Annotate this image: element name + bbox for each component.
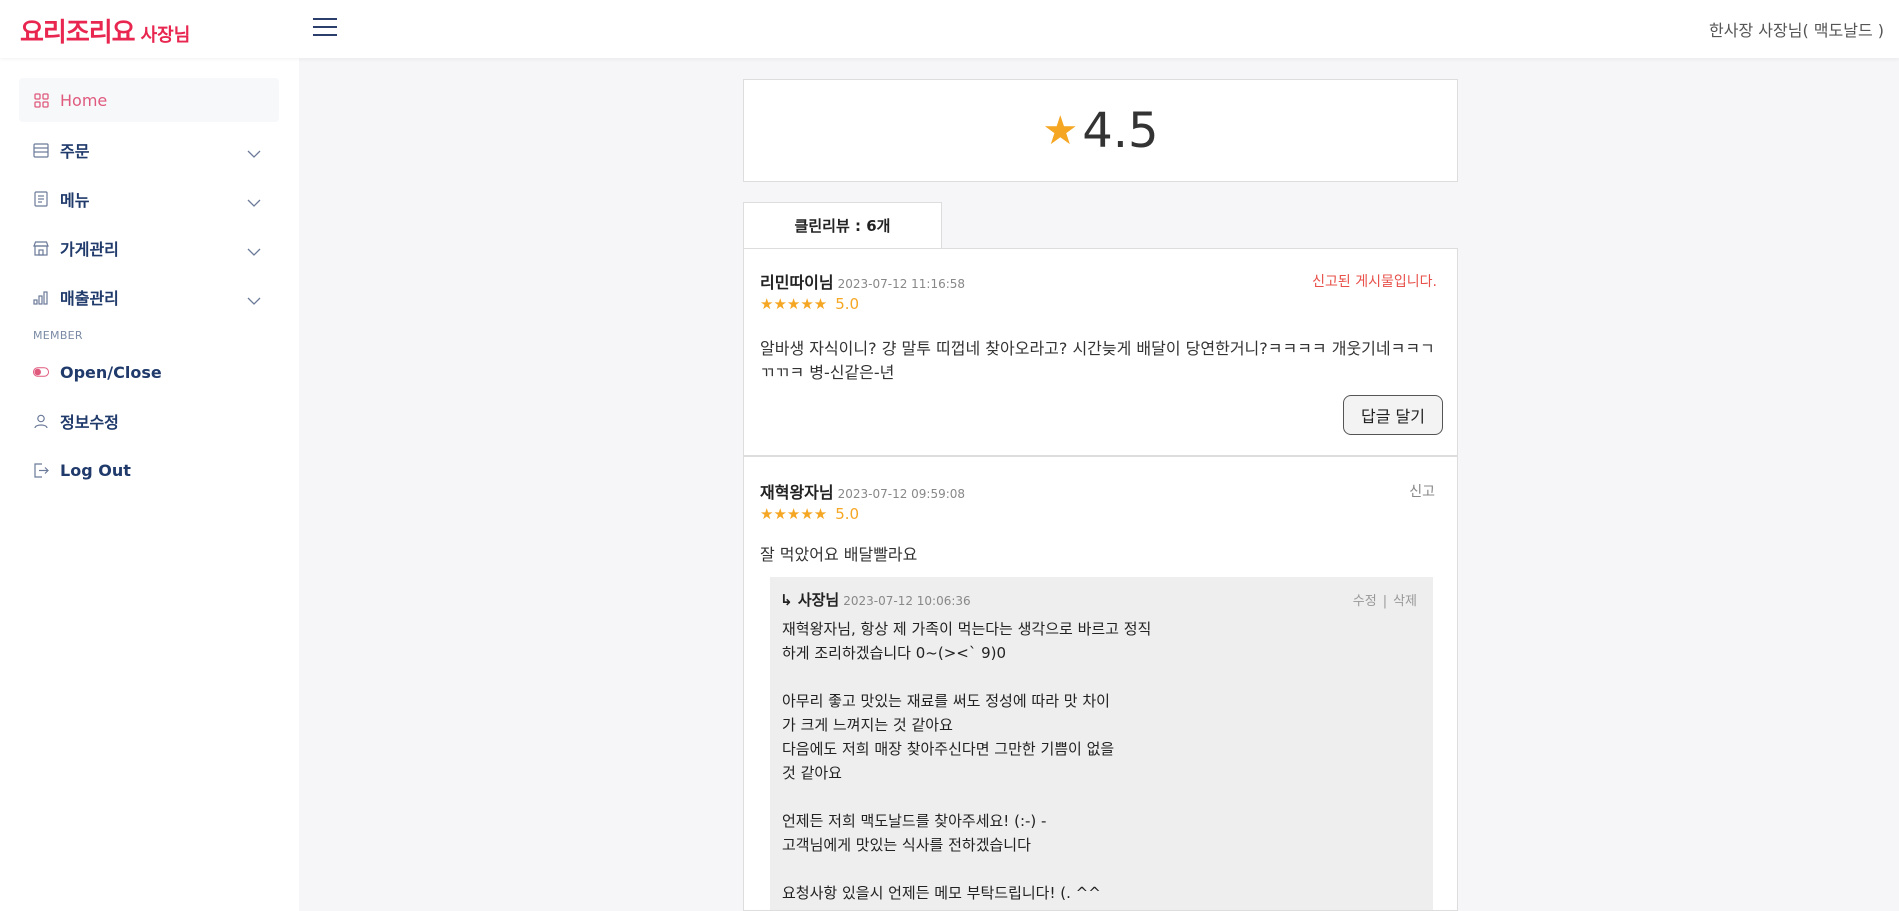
average-rating-card: ★ 4.5 [743,79,1458,182]
reply-button[interactable]: 답글 달기 [1343,395,1443,435]
rating-score: 5.0 [835,295,860,313]
owner-reply-text: 재혁왕자님, 항상 제 가족이 먹는다는 생각으로 바르고 정직 하게 조리하겠… [782,620,1152,902]
tab-clean-reviews[interactable]: 클린리뷰 : 6개 [743,202,942,248]
sidebar-item-open-close[interactable]: Open/Close [19,350,279,394]
review-item: 리민따이님 2023-07-12 11:16:58 신고된 게시물입니다. ★★★… [744,249,1457,457]
reply-date: 2023-07-12 10:06:36 [843,594,971,608]
sidebar-item-label: 정보수정 [60,413,119,432]
rating-stars: ★★★★★ [760,295,828,313]
owner-name: 사장님 [797,591,840,609]
owner-reply: ↳ 사장님 2023-07-12 10:06:36 수정 | 삭제 재혁왕자님, 항상… [770,577,1433,910]
sidebar-item-label: 가게관리 [60,240,119,259]
reviewer-line: 재혁왕자님 2023-07-12 09:59:08 [760,479,965,503]
rating-score: 5.0 [835,505,860,523]
bar-chart-icon [33,289,49,305]
chevron-down-icon [247,143,261,162]
sidebar-item-logout[interactable]: Log Out [19,448,279,492]
review-item: 재혁왕자님 2023-07-12 09:59:08 신고 ★★★★★ 5.0 잘 먹… [744,457,1457,910]
review-date: 2023-07-12 09:59:08 [837,487,966,501]
user-icon [33,413,49,429]
review-list: 리민따이님 2023-07-12 11:16:58 신고된 게시물입니다. ★★★… [743,248,1458,911]
list-icon [33,142,49,158]
review-rating: ★★★★★ 5.0 [760,295,859,313]
toggle-icon [33,364,49,380]
reply-actions: 수정 | 삭제 [1353,590,1417,609]
grid-icon [33,92,49,108]
sidebar-item-store[interactable]: 가게관리 [19,226,279,270]
action-divider: | [1382,594,1388,609]
sidebar: Home 주문 메뉴 가게관리 매출관리 MEMBER Open/Close 정… [0,58,299,911]
report-link[interactable]: 신고 [1409,481,1435,501]
logo-main: 요리조리요 [20,18,136,48]
logout-icon [33,462,49,478]
reviewer-line: 리민따이님 2023-07-12 11:16:58 [760,269,965,293]
sidebar-item-orders[interactable]: 주문 [19,128,279,172]
sidebar-item-label: 주문 [60,142,90,161]
average-rating-value: 4.5 [1082,102,1159,159]
review-text: 잘 먹았어요 배달빨라요 [760,545,918,564]
reply-arrow-icon: ↳ [780,591,793,609]
logo-sub: 사장님 [140,25,191,46]
sidebar-item-label: 매출관리 [60,289,119,308]
review-date: 2023-07-12 11:16:58 [837,277,966,291]
rating-stars: ★★★★★ [760,505,828,523]
store-icon [33,240,49,256]
edit-reply-link[interactable]: 수정 [1353,594,1377,609]
sidebar-item-menu[interactable]: 메뉴 [19,177,279,221]
sidebar-item-home[interactable]: Home [19,78,279,122]
reviewer-name: 리민따이님 [760,273,834,292]
sidebar-item-label: 메뉴 [60,191,90,210]
reviewer-name: 재혁왕자님 [760,483,834,502]
main-content: ★ 4.5 클린리뷰 : 6개 리민따이님 2023-07-12 11:16:58… [299,58,1899,911]
sidebar-item-label: Home [60,90,108,110]
sidebar-item-sales[interactable]: 매출관리 [19,275,279,319]
star-icon: ★ [1042,107,1079,154]
review-rating: ★★★★★ 5.0 [760,505,859,523]
sidebar-item-label: Log Out [60,460,131,480]
delete-reply-link[interactable]: 삭제 [1393,594,1417,609]
top-bar: 요리조리요 사장님 한사장 사장님( 맥도날드 ) [0,0,1899,58]
user-name[interactable]: 한사장 사장님( 맥도날드 ) [1709,17,1884,41]
review-text: 알바생 자식이니? 걍 말투 띠껍네 찾아오라고? 시간늦게 배달이 당연한거니… [760,339,1435,382]
menu-toggle-icon[interactable] [313,18,337,38]
section-label-member: MEMBER [33,329,83,342]
sidebar-item-label: Open/Close [60,362,162,382]
chevron-down-icon [247,290,261,309]
reported-status: 신고된 게시물입니다. [1312,274,1437,290]
owner-reply-header: ↳ 사장님 2023-07-12 10:06:36 [780,589,971,610]
logo[interactable]: 요리조리요 사장님 [20,12,190,49]
sidebar-item-profile[interactable]: 정보수정 [19,399,279,443]
chevron-down-icon [247,241,261,260]
document-icon [33,191,49,207]
chevron-down-icon [247,192,261,211]
